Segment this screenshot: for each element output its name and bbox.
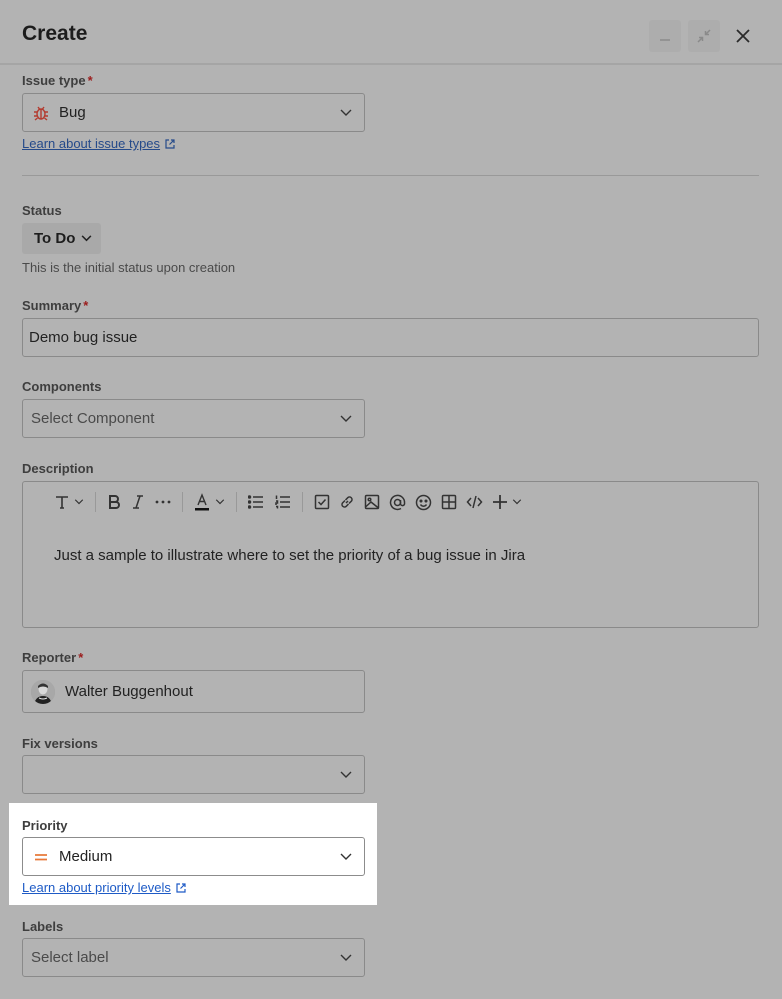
external-link-icon [176, 882, 186, 893]
status-value: To Do [34, 230, 76, 247]
collapse-button[interactable] [688, 20, 720, 52]
priority-medium-icon [35, 853, 47, 860]
minimize-icon [660, 39, 670, 41]
description-label: Description [22, 461, 94, 476]
modal-header: Create [0, 0, 782, 65]
status-helper-text: This is the initial status upon creation [22, 260, 236, 275]
checkbox-icon [314, 494, 330, 510]
summary-value: Demo bug issue [29, 329, 138, 346]
bullet-list-icon [248, 495, 263, 509]
priority-label: Priority [22, 818, 68, 833]
fix-versions-label: Fix versions [22, 736, 98, 751]
components-placeholder: Select Component [31, 410, 155, 427]
minimize-button[interactable] [649, 20, 681, 52]
description-editor[interactable]: Just a sample to illustrate where to set… [22, 481, 759, 628]
emoji-icon [415, 494, 432, 510]
close-icon [736, 29, 750, 43]
priority-select[interactable]: Medium [22, 837, 365, 876]
chevron-down-icon [512, 499, 522, 505]
chevron-down-icon [340, 415, 352, 422]
chevron-down-icon [340, 771, 352, 778]
close-button[interactable] [727, 20, 759, 52]
issue-type-value: Bug [59, 104, 86, 121]
toolbar-divider [302, 492, 303, 512]
summary-input[interactable]: Demo bug issue [22, 318, 759, 357]
components-label: Components [22, 379, 102, 394]
more-formatting-button[interactable] [155, 490, 171, 514]
chevron-down-icon [340, 954, 352, 961]
text-color-icon [195, 493, 209, 511]
issue-type-label: Issue type * [22, 73, 93, 88]
bullet-list-button[interactable] [248, 490, 264, 514]
italic-icon [133, 495, 143, 509]
bug-icon [34, 106, 48, 121]
bold-icon [109, 495, 120, 509]
toolbar-divider [95, 492, 96, 512]
chevron-down-icon [340, 109, 352, 116]
code-button[interactable] [466, 490, 483, 514]
editor-toolbar [51, 490, 525, 514]
plus-icon [493, 495, 507, 509]
table-button[interactable] [441, 490, 457, 514]
table-icon [441, 494, 457, 510]
image-icon [364, 494, 380, 510]
toolbar-divider [182, 492, 183, 512]
chevron-down-icon [340, 853, 352, 860]
italic-button[interactable] [132, 490, 144, 514]
reporter-value: Walter Buggenhout [65, 683, 193, 700]
more-icon [155, 500, 171, 504]
chevron-down-icon [74, 499, 84, 505]
reporter-label: Reporter * [22, 650, 84, 665]
collapse-icon [697, 29, 711, 43]
priority-value: Medium [59, 848, 113, 865]
status-label: Status [22, 203, 62, 218]
image-button[interactable] [364, 490, 380, 514]
components-select[interactable]: Select Component [22, 399, 365, 438]
chevron-down-icon [81, 235, 92, 242]
learn-issue-types-link[interactable]: Learn about issue types [22, 136, 176, 151]
reporter-select[interactable]: Walter Buggenhout [22, 670, 365, 713]
text-color-button[interactable] [194, 490, 225, 514]
bold-button[interactable] [107, 490, 121, 514]
issue-type-select[interactable]: Bug [22, 93, 365, 132]
description-text: Just a sample to illustrate where to set… [54, 547, 526, 564]
labels-placeholder: Select label [31, 949, 109, 966]
action-item-button[interactable] [314, 490, 330, 514]
text-style-icon [56, 496, 68, 509]
external-link-icon [165, 138, 175, 149]
insert-button[interactable] [492, 490, 522, 514]
status-dropdown[interactable]: To Do [22, 223, 101, 254]
code-icon [466, 495, 483, 509]
avatar [31, 679, 55, 704]
link-button[interactable] [339, 490, 355, 514]
fix-versions-select[interactable] [22, 755, 365, 794]
emoji-button[interactable] [415, 490, 432, 514]
link-icon [341, 496, 353, 508]
learn-priority-levels-link[interactable]: Learn about priority levels [22, 880, 187, 895]
chevron-down-icon [215, 499, 225, 505]
numbered-list-button[interactable] [275, 490, 291, 514]
numbered-list-icon [275, 495, 290, 509]
summary-label: Summary * [22, 298, 89, 313]
mention-icon [389, 494, 406, 510]
labels-label: Labels [22, 919, 64, 934]
toolbar-divider [236, 492, 237, 512]
section-divider [22, 175, 759, 176]
text-style-button[interactable] [54, 490, 84, 514]
labels-select[interactable]: Select label [22, 938, 365, 977]
mention-button[interactable] [389, 490, 406, 514]
modal-title: Create [22, 22, 88, 45]
